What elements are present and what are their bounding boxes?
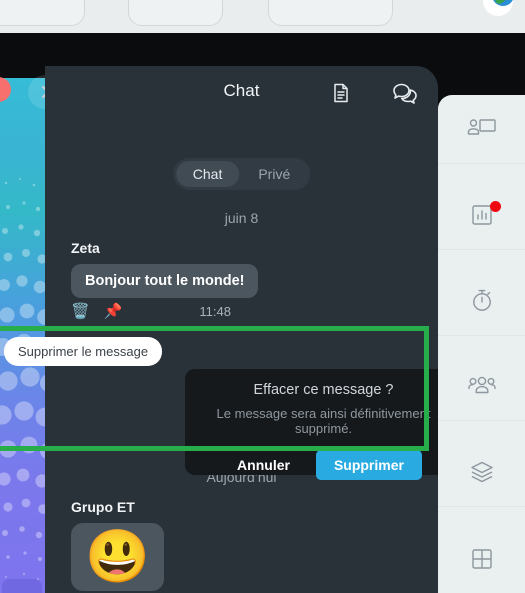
- emoji-message-bubble[interactable]: 😃: [71, 523, 164, 591]
- dialog-actions: Annuler Supprimer: [185, 450, 462, 480]
- delete-confirm-dialog: Effacer ce message ? Le message sera ain…: [185, 369, 462, 480]
- message-author: Grupo ET: [71, 499, 135, 515]
- notification-badge: [490, 200, 501, 212]
- background-pattern: [0, 178, 45, 580]
- chat-message-emoji: Grupo ET 😃: [45, 499, 438, 591]
- app-root: nt Chat: [0, 0, 525, 593]
- dialog-body: Le message sera ainsi définitivement sup…: [216, 406, 431, 436]
- message-bubble[interactable]: Bonjour tout le monde!: [71, 264, 259, 298]
- sidebar-item-screen-share[interactable]: [438, 95, 525, 165]
- message-author: Zeta: [71, 240, 100, 256]
- pin-icon[interactable]: 📌: [104, 304, 123, 319]
- trash-icon[interactable]: 🗑️: [71, 304, 90, 319]
- delete-message-tooltip: Supprimer le message: [4, 337, 163, 366]
- toolbar-card-3[interactable]: [268, 0, 393, 26]
- tab-prive[interactable]: Privé: [241, 161, 307, 187]
- page-title: Chat: [223, 81, 260, 100]
- sidebar-item-timer[interactable]: [438, 267, 525, 336]
- toolbar-card-1[interactable]: [0, 0, 85, 26]
- sidebar-item-polls[interactable]: [438, 181, 525, 250]
- chat-header: Chat: [45, 66, 438, 118]
- tile-name-strip: [2, 579, 42, 593]
- sidebar-item-layers[interactable]: [438, 438, 525, 508]
- chat-message: Zeta Bonjour tout le monde! 🗑️ 📌 11:48: [45, 240, 438, 319]
- chat-tab-group: Chat Privé: [172, 158, 311, 190]
- toolbar-card-2[interactable]: [128, 0, 223, 26]
- sidebar-item-participants[interactable]: [438, 352, 525, 422]
- document-icon[interactable]: [328, 80, 354, 106]
- chat-bubbles-icon[interactable]: [392, 80, 418, 106]
- message-actions: 🗑️ 📌 11:48: [71, 304, 231, 319]
- dialog-title: Effacer ce message ?: [253, 382, 394, 398]
- sidebar-item-grid-layout[interactable]: [438, 524, 525, 593]
- message-timestamp: 11:48: [199, 304, 231, 319]
- top-toolbar: [0, 0, 525, 33]
- confirm-delete-button[interactable]: Supprimer: [315, 450, 422, 480]
- cancel-button[interactable]: Annuler: [225, 451, 302, 479]
- tab-chat[interactable]: Chat: [175, 161, 240, 187]
- globe-icon[interactable]: [483, 0, 513, 16]
- chat-panel: Chat Chat Privé juin 8 Zeta Bonjour tout…: [45, 66, 462, 593]
- participant-video-tile[interactable]: [0, 78, 45, 593]
- sidebar-rail: [438, 95, 525, 593]
- date-separator: juin 8: [224, 210, 259, 226]
